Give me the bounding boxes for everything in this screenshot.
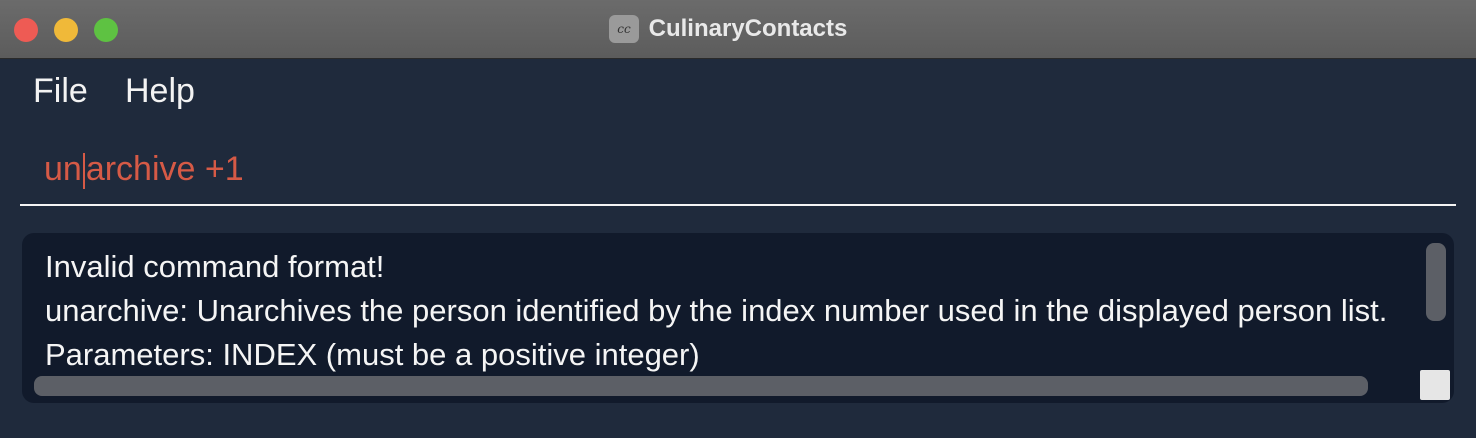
- vertical-scrollbar[interactable]: [1426, 243, 1446, 321]
- command-text-after-caret: archive +1: [85, 150, 244, 188]
- command-text-before-caret: un: [44, 150, 82, 188]
- command-input[interactable]: un archive +1: [44, 150, 1424, 190]
- title-bar[interactable]: cc CulinaryContacts: [0, 0, 1476, 59]
- result-line: Invalid command format!: [45, 249, 385, 284]
- svg-text:cc: cc: [617, 22, 631, 36]
- window-title: CulinaryContacts: [648, 15, 848, 42]
- app-icon: cc: [608, 15, 639, 43]
- horizontal-scrollbar[interactable]: [34, 376, 1368, 396]
- result-line: unarchive: Unarchives the person identif…: [45, 293, 1388, 328]
- title-container: cc CulinaryContacts: [0, 0, 1476, 58]
- result-text[interactable]: Invalid command format! unarchive: Unarc…: [45, 245, 1417, 377]
- result-display: Invalid command format! unarchive: Unarc…: [22, 233, 1454, 403]
- menu-bar: File Help: [0, 59, 1476, 123]
- app-window: cc CulinaryContacts File Help un archive …: [0, 0, 1476, 438]
- scroll-corner: [1420, 370, 1450, 400]
- result-line: Parameters: INDEX (must be a positive in…: [45, 337, 700, 372]
- text-caret: [82, 153, 85, 190]
- menu-file[interactable]: File: [33, 72, 88, 111]
- command-box[interactable]: un archive +1: [20, 140, 1456, 206]
- menu-help[interactable]: Help: [125, 72, 195, 111]
